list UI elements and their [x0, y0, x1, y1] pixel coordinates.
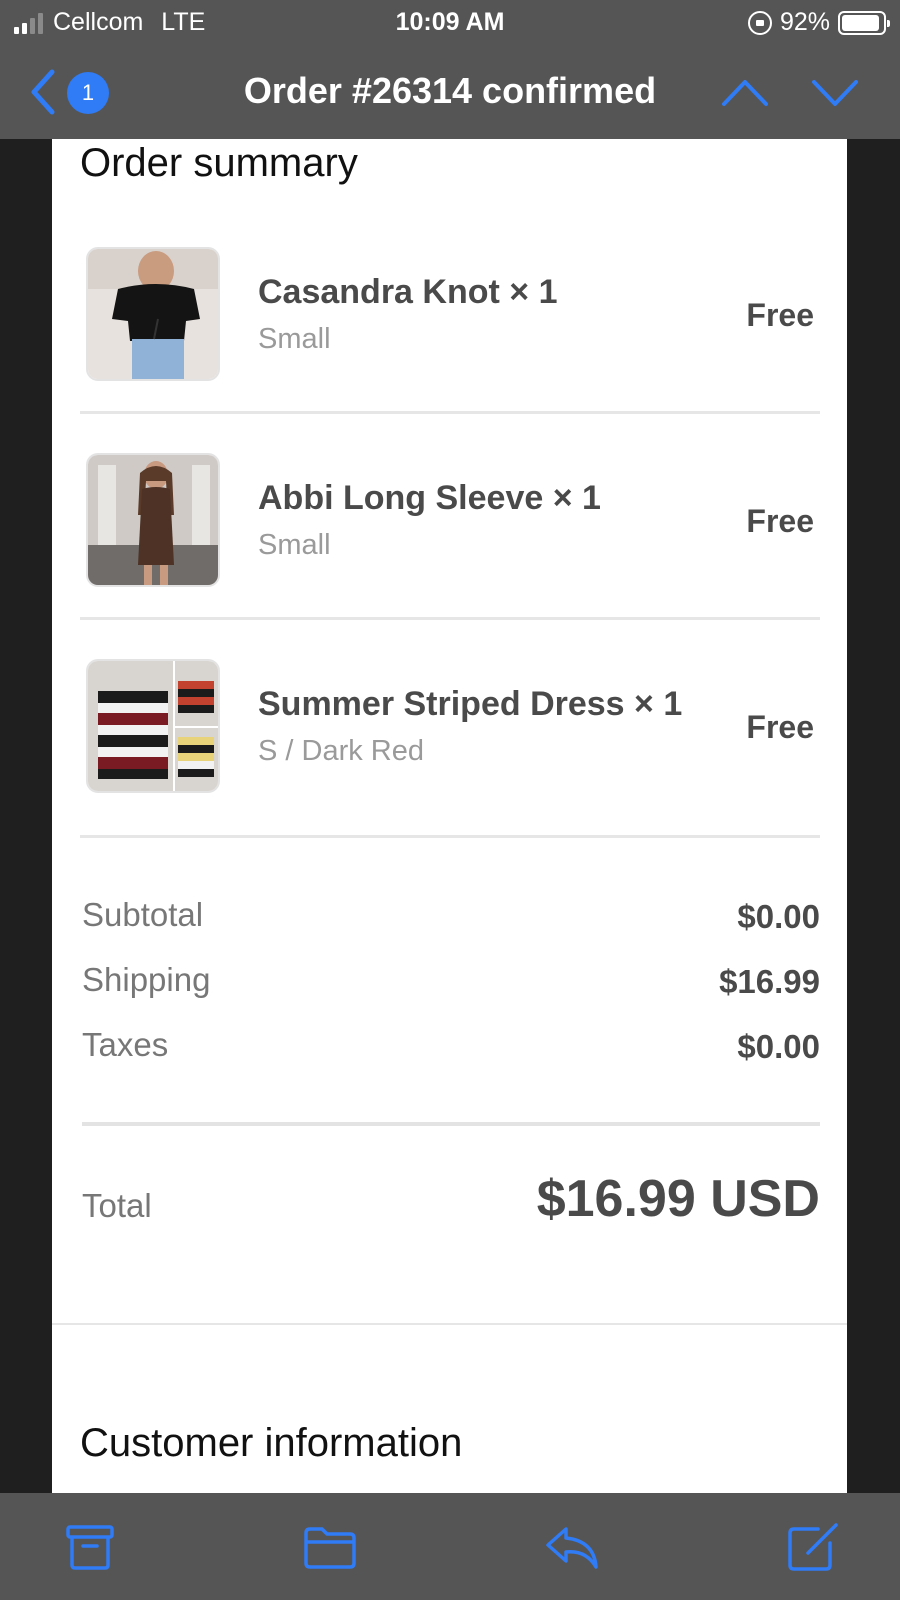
status-right: 92% [747, 8, 890, 37]
order-item: Abbi Long Sleeve × 1 Small Free [80, 453, 820, 658]
chevron-left-icon [31, 69, 55, 115]
nav-title-text: Order #26314 confirmed [243, 70, 657, 111]
customer-info-title: Customer information [80, 1421, 463, 1465]
product-image-abbi-long-sleeve [86, 453, 220, 587]
order-item: Summer Striped Dress × 1 S / Dark Red Fr… [80, 659, 820, 864]
taxes-label: Taxes [82, 1026, 169, 1063]
item-variant: Small [258, 529, 331, 561]
carrier-name: Cellcom [53, 8, 144, 36]
product-image-summer-striped-dress [86, 659, 220, 793]
item-price: Free [746, 709, 814, 745]
chevron-up-icon [722, 80, 768, 106]
status-left: Cellcom LTE [14, 8, 205, 37]
reply-button[interactable] [544, 1521, 600, 1573]
divider [82, 1122, 820, 1126]
bottom-toolbar [0, 1493, 900, 1600]
shipping-label: Shipping [82, 961, 211, 998]
subtotal-label: Subtotal [82, 896, 204, 933]
item-price: Free [746, 503, 814, 539]
order-item: Casandra Knot × 1 Small Free [80, 247, 820, 452]
order-summary-title: Order summary [80, 141, 358, 185]
subtotal-row: Subtotal $0.00 [82, 896, 820, 936]
status-bar: Cellcom LTE 10:09 AM 92% [0, 0, 900, 46]
rotation-lock-icon [747, 10, 772, 35]
item-name: Casandra Knot × 1 [258, 273, 558, 311]
archive-button[interactable] [62, 1521, 118, 1573]
item-variant: S / Dark Red [258, 735, 424, 767]
total-label: Total [82, 1187, 152, 1224]
folder-icon [304, 1527, 356, 1569]
divider [80, 617, 820, 620]
previous-message-button[interactable] [720, 76, 770, 110]
shipping-row: Shipping $16.99 [82, 961, 820, 1001]
divider [80, 835, 820, 838]
battery-percent: 92% [779, 8, 830, 36]
taxes-row: Taxes $0.00 [82, 1026, 820, 1066]
archive-icon [66, 1525, 114, 1570]
section-divider [52, 1323, 847, 1325]
total-value: $16.99 USD [536, 1170, 820, 1228]
item-price: Free [746, 297, 814, 333]
compose-button[interactable] [786, 1521, 842, 1573]
item-name: Abbi Long Sleeve × 1 [258, 479, 601, 517]
divider [80, 411, 820, 414]
compose-icon [788, 1523, 838, 1571]
battery-icon [838, 10, 890, 35]
total-row: Total $16.99 USD [82, 1169, 820, 1239]
signal-icon [14, 12, 43, 34]
taxes-value: $0.00 [737, 1028, 820, 1065]
reply-icon [546, 1527, 598, 1569]
item-name: Summer Striped Dress × 1 [258, 685, 683, 723]
back-button[interactable] [26, 66, 60, 118]
unread-count-badge[interactable]: 1 [67, 72, 109, 114]
email-content[interactable]: Order summary Casandra Knot × 1 Small Fr… [52, 139, 847, 1493]
subtotal-value: $0.00 [737, 898, 820, 935]
shipping-value: $16.99 [719, 963, 820, 1000]
item-variant: Small [258, 323, 331, 355]
nav-bar: 1 Order #26314 confirmed [0, 46, 900, 139]
chevron-down-icon [812, 80, 858, 106]
network-type: LTE [161, 8, 206, 36]
move-to-folder-button[interactable] [302, 1521, 358, 1573]
next-message-button[interactable] [810, 76, 860, 110]
product-image-casandra-knot [86, 247, 220, 381]
